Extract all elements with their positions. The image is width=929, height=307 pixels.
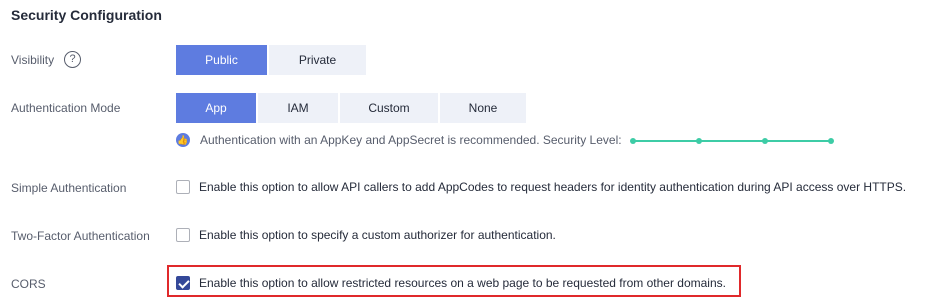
- two-factor-label: Two-Factor Authentication: [11, 229, 150, 243]
- help-icon[interactable]: ?: [64, 51, 81, 68]
- auth-mode-toggle: App IAM Custom None: [176, 93, 528, 123]
- simple-auth-option: Enable this option to allow API callers …: [176, 180, 906, 194]
- security-level-bar: [632, 140, 832, 142]
- cors-label: CORS: [11, 277, 46, 291]
- two-factor-option: Enable this option to specify a custom a…: [176, 228, 556, 242]
- visibility-private-button[interactable]: Private: [269, 45, 366, 75]
- security-level-indicator: [630, 138, 834, 144]
- auth-mode-iam-button[interactable]: IAM: [258, 93, 338, 123]
- two-factor-text: Enable this option to specify a custom a…: [199, 228, 556, 242]
- auth-hint-text: Authentication with an AppKey and AppSec…: [200, 133, 622, 147]
- visibility-public-button[interactable]: Public: [176, 45, 267, 75]
- auth-mode-none-button[interactable]: None: [440, 93, 526, 123]
- auth-mode-label: Authentication Mode: [11, 101, 121, 115]
- cors-option: Enable this option to allow restricted r…: [176, 276, 726, 290]
- security-level-dot: [762, 138, 768, 144]
- two-factor-checkbox[interactable]: [176, 228, 190, 242]
- visibility-label: Visibility: [11, 53, 55, 67]
- thumbs-up-icon: 👍: [176, 133, 190, 147]
- simple-auth-checkbox[interactable]: [176, 180, 190, 194]
- security-level-dot: [696, 138, 702, 144]
- simple-auth-text: Enable this option to allow API callers …: [199, 180, 907, 194]
- auth-hint: 👍 Authentication with an AppKey and AppS…: [176, 133, 622, 147]
- auth-mode-custom-button[interactable]: Custom: [340, 93, 438, 123]
- section-title: Security Configuration: [11, 7, 162, 23]
- visibility-toggle: Public Private: [176, 45, 368, 75]
- cors-text: Enable this option to allow restricted r…: [199, 276, 726, 290]
- security-level-dot: [828, 138, 834, 144]
- auth-mode-app-button[interactable]: App: [176, 93, 256, 123]
- simple-auth-label: Simple Authentication: [11, 181, 127, 195]
- security-level-dot: [630, 138, 636, 144]
- cors-checkbox[interactable]: [176, 276, 190, 290]
